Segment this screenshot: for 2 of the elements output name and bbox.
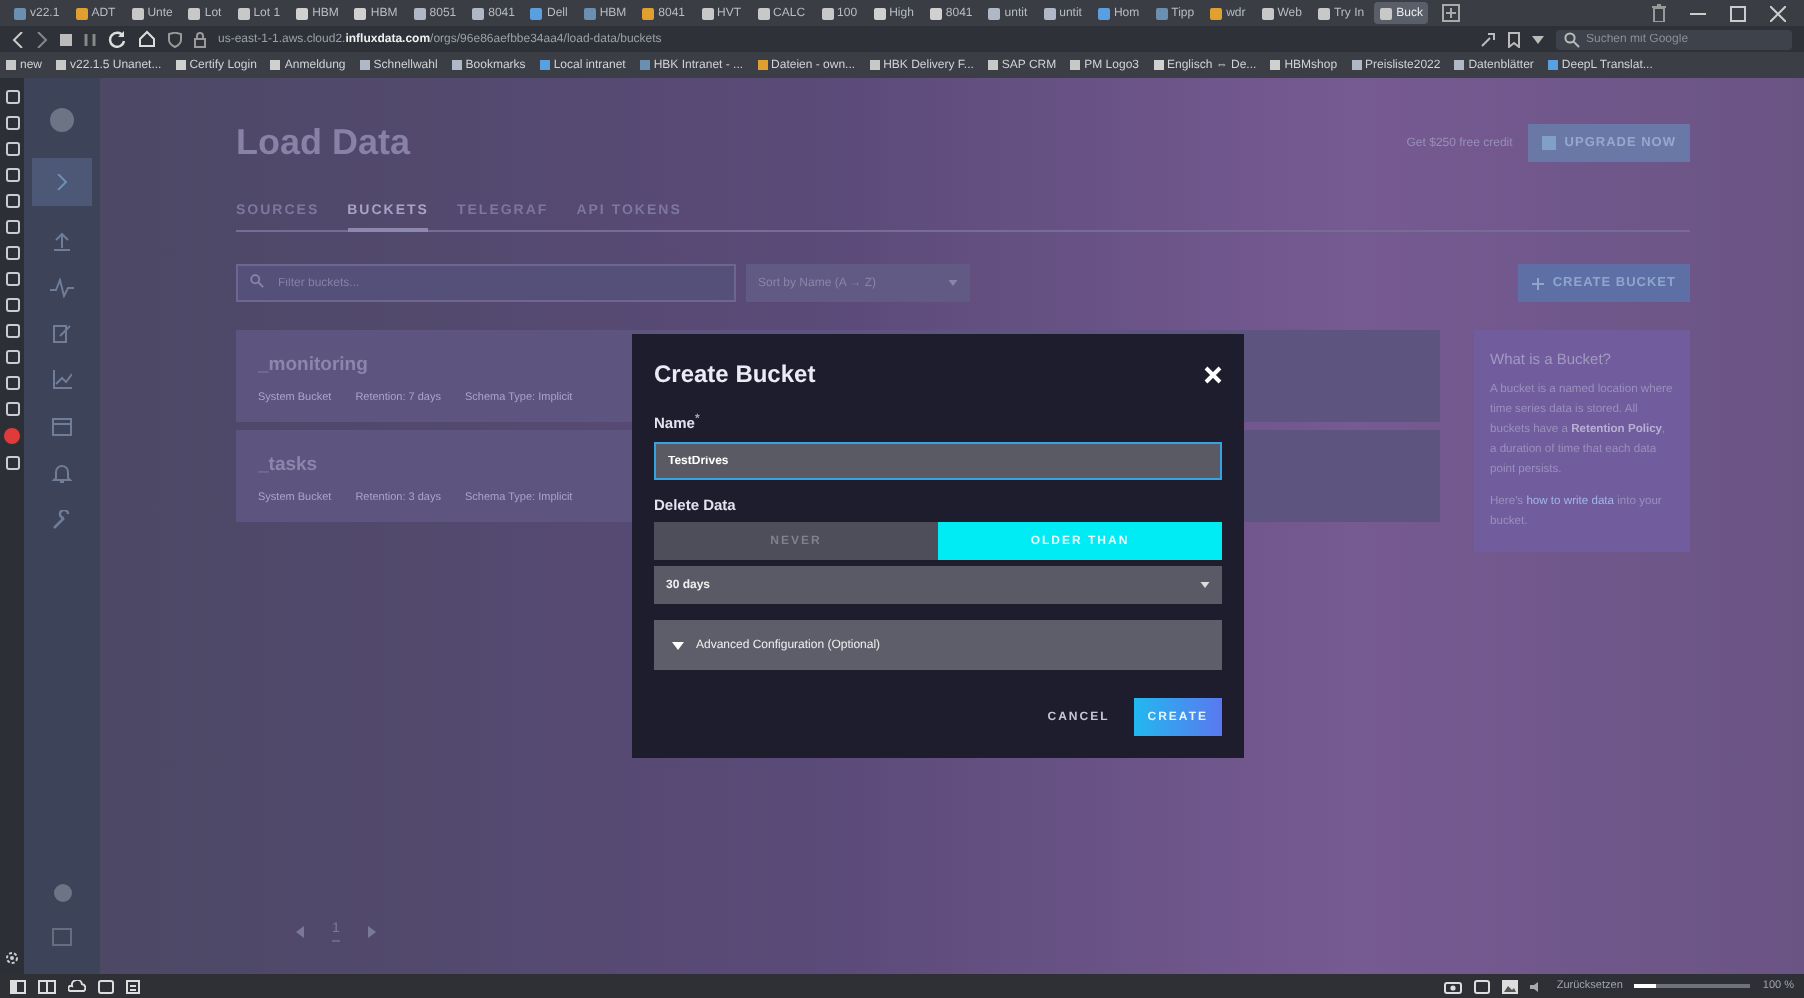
dialog-title: Create Bucket: [654, 360, 816, 388]
page-title: Load Data: [236, 122, 411, 164]
